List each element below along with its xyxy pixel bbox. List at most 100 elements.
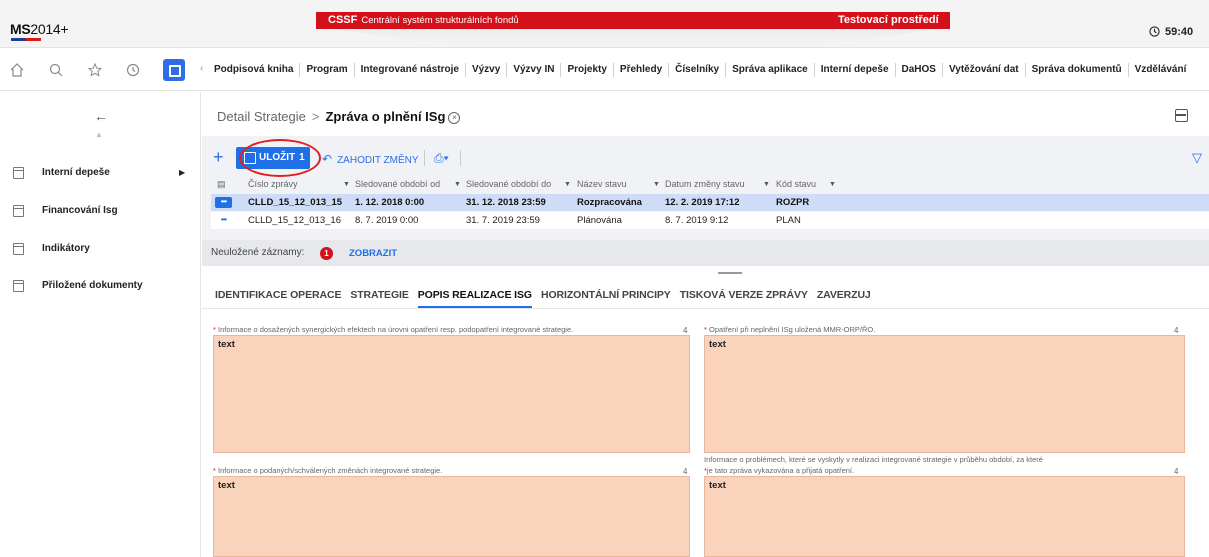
document-icon [13, 205, 24, 217]
sort-dropdown-icon[interactable]: ▼ [454, 176, 461, 193]
tab-bar: IDENTIFIKACE OPERACE STRATEGIE POPIS REA… [215, 289, 880, 308]
tab-strategie[interactable]: STRATEGIE [350, 289, 409, 308]
print-menu-button[interactable]: ⎙▾ [434, 151, 449, 166]
show-unsaved-link[interactable]: ZOBRAZIT [349, 248, 397, 259]
highlight-annotation [239, 139, 321, 177]
search-icon[interactable] [48, 62, 64, 78]
sidebar-item-interni-depese[interactable]: Interní depeše ▶ [0, 164, 200, 184]
main-toolbar: ‹ Podpisová kniha Program Integrované ná… [0, 49, 1209, 91]
layout-toggle-icon[interactable] [1175, 109, 1188, 122]
star-icon[interactable] [87, 62, 103, 78]
menu-scroll-left-icon[interactable]: ‹ [200, 63, 203, 74]
field-label-problemy-line2: *je tato zpráva vykazována a přijatá opa… [704, 466, 855, 475]
sort-dropdown-icon[interactable]: ▼ [343, 176, 350, 193]
column-header-cislo-zpravy[interactable]: Číslo zprávy [248, 176, 298, 193]
menu-item-prehledy[interactable]: Přehledy [614, 63, 670, 77]
menu-item-vytezovani-dat[interactable]: Vytěžování dat [943, 63, 1026, 77]
menu-item-projekty[interactable]: Projekty [561, 63, 614, 77]
field-char-count: 4 [1174, 326, 1179, 335]
filter-icon[interactable]: ▽ [1192, 150, 1202, 166]
table-cell: Rozpracována [577, 197, 642, 208]
column-header-nazev-stavu[interactable]: Název stavu [577, 176, 627, 193]
menu-item-vyzvy-in[interactable]: Výzvy IN [507, 63, 562, 77]
field-label-problemy-line1: Informace o problémech, které se vyskytl… [704, 455, 1043, 464]
menu-item-vzdelavani[interactable]: Vzdělávání [1129, 63, 1193, 77]
sort-dropdown-icon[interactable]: ▼ [564, 176, 571, 193]
sidebar: ← ▲ Interní depeše ▶ Financování Isg Ind… [0, 92, 201, 557]
menu-item-integrovane-nastroje[interactable]: Integrované nástroje [355, 63, 466, 77]
timer-value: 59:40 [1165, 26, 1194, 38]
sidebar-item-indikatory[interactable]: Indikátory [0, 240, 200, 260]
sidebar-item-label: Interní depeše [42, 167, 110, 178]
unsaved-label: Neuložené záznamy: [211, 247, 305, 258]
sidebar-item-financovani-isg[interactable]: Financování Isg [0, 202, 200, 222]
main-menu: Podpisová kniha Program Integrované nást… [210, 49, 1192, 91]
document-icon [13, 280, 24, 292]
submenu-arrow-icon: ▶ [179, 168, 186, 177]
tab-identifikace-operace[interactable]: IDENTIFIKACE OPERACE [215, 289, 341, 308]
problemy-textarea[interactable]: text [704, 476, 1185, 557]
column-header-kod-stavu[interactable]: Kód stavu [776, 176, 816, 193]
add-icon[interactable]: + [213, 148, 224, 166]
opatreni-neplneni-textarea[interactable]: text [704, 335, 1185, 453]
table-row[interactable]: ••• CLLD_15_12_013_15 1. 12. 2018 0:00 3… [211, 194, 1209, 211]
zmeny-strategie-textarea[interactable]: text [213, 476, 690, 557]
table-cell: 12. 2. 2019 17:12 [665, 197, 740, 208]
env-system-name: Centrální systém strukturálních fondů [361, 15, 519, 26]
discard-changes-button[interactable]: ↶ ZAHODIT ZMĚNY [322, 152, 419, 166]
menu-item-vyzvy[interactable]: Výzvy [466, 63, 508, 77]
environment-bar: CSSF Centrální systém strukturálních fond… [316, 12, 950, 29]
menu-item-dahos[interactable]: DaHOS [896, 63, 943, 77]
column-chooser-icon[interactable]: ▤ [217, 176, 226, 193]
grid-panel: + ULOŽIT 1 ↶ ZAHODIT ZMĚNY ⎙▾ ▽ ▤ Číslo zp… [202, 136, 1209, 266]
resize-handle[interactable] [718, 272, 742, 274]
home-icon[interactable] [9, 62, 25, 78]
table-row[interactable]: ••• CLLD_15_12_013_16 8. 7. 2019 0:00 31… [211, 212, 1209, 229]
table-cell: CLLD_15_12_013_16 [248, 215, 341, 226]
close-circle-icon[interactable]: × [448, 112, 461, 124]
env-system-code: CSSF [328, 14, 358, 26]
column-header-sledovane-od[interactable]: Sledované období od [355, 176, 440, 193]
menu-item-ciselniky[interactable]: Číselníky [669, 63, 727, 77]
table-cell: 31. 7. 2019 23:59 [466, 215, 540, 226]
detail-panel: IDENTIFIKACE OPERACE STRATEGIE POPIS REA… [202, 267, 1209, 557]
column-header-datum-zmeny[interactable]: Datum změny stavu [665, 176, 745, 193]
discard-label: ZAHODIT ZMĚNY [337, 155, 419, 166]
breadcrumb: Detail Strategie > Zpráva o plnění ISg × [217, 109, 461, 124]
field-label-zmeny-strategie: * Informace o podaných/schválených změná… [213, 466, 443, 475]
back-arrow-icon[interactable]: ← [94, 108, 108, 124]
row-menu-icon[interactable]: ••• [215, 197, 232, 208]
tab-popis-realizace-isg[interactable]: POPIS REALIZACE ISG [417, 289, 532, 308]
table-cell: 1. 12. 2018 0:00 [355, 197, 425, 208]
table-cell: 8. 7. 2019 0:00 [355, 215, 419, 226]
sort-dropdown-icon[interactable]: ▼ [763, 176, 770, 193]
menu-item-sprava-dokumentu[interactable]: Správa dokumentů [1026, 63, 1129, 77]
row-menu-icon[interactable]: ••• [215, 215, 232, 226]
field-char-count: 4 [683, 326, 688, 335]
tab-horizontalni-principy[interactable]: HORIZONTÁLNÍ PRINCIPY [541, 289, 671, 308]
document-icon [13, 243, 24, 255]
menu-item-sprava-aplikace[interactable]: Správa aplikace [726, 63, 815, 77]
menu-item-podpisova-kniha[interactable]: Podpisová kniha [210, 63, 301, 77]
scroll-up-icon[interactable]: ▲ [95, 130, 103, 139]
sort-dropdown-icon[interactable]: ▼ [829, 176, 836, 193]
sidebar-item-label: Indikátory [42, 243, 90, 254]
table-cell: Plánována [577, 215, 622, 226]
history-icon[interactable] [125, 62, 141, 78]
menu-item-program[interactable]: Program [300, 63, 355, 77]
logo-flag-stripe [11, 38, 41, 41]
sort-dropdown-icon[interactable]: ▼ [653, 176, 660, 193]
menu-item-interni-depese[interactable]: Interní depeše [815, 63, 896, 77]
clock-icon [1149, 26, 1160, 37]
tab-tiskova-verze-zpravy[interactable]: TISKOVÁ VERZE ZPRÁVY [680, 289, 808, 308]
breadcrumb-separator-icon: > [311, 109, 320, 124]
column-header-sledovane-do[interactable]: Sledované období do [466, 176, 551, 193]
session-timer: 59:40 [1149, 26, 1193, 38]
sidebar-item-prilozene-dokumenty[interactable]: Přiložené dokumenty [0, 277, 200, 297]
window-icon[interactable] [163, 59, 185, 81]
breadcrumb-parent[interactable]: Detail Strategie [217, 109, 306, 124]
app-logo[interactable]: MS2014+ [10, 21, 69, 37]
tab-zaverzuj[interactable]: ZAVERZUJ [817, 289, 871, 308]
toolbar-divider [424, 150, 425, 166]
synergicke-efekty-textarea[interactable]: text [213, 335, 690, 453]
